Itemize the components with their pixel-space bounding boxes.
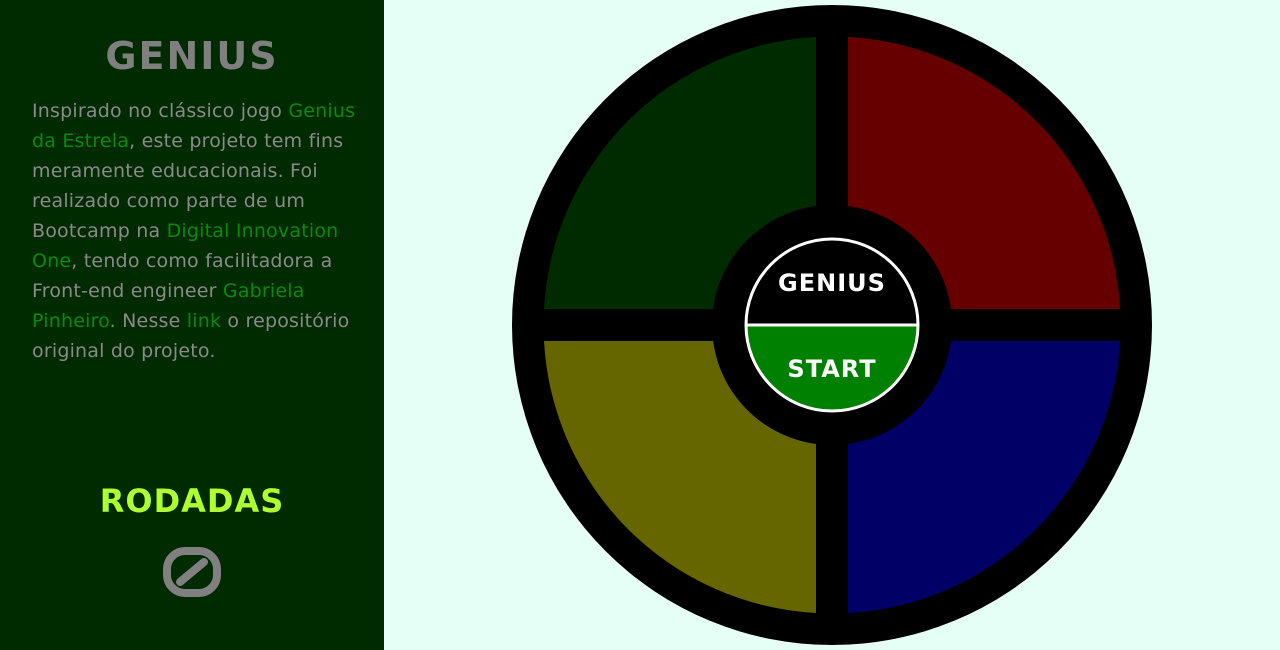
description-text-1: Inspirado no clássico jogo <box>32 100 289 122</box>
center-title: GENIUS <box>778 269 886 297</box>
description-text-4: . Nesse <box>109 310 187 332</box>
game-title: GENIUS <box>105 34 279 78</box>
zero-digit-slash <box>176 558 208 586</box>
rounds-count <box>162 546 222 598</box>
start-label[interactable]: START <box>787 355 876 383</box>
description: Inspirado no clássico jogo Genius da Est… <box>32 96 362 366</box>
sidebar: GENIUS Inspirado no clássico jogo Genius… <box>0 0 384 650</box>
rounds-count-display <box>163 547 221 597</box>
genius-board: GENIUS START <box>512 5 1152 645</box>
link-repository[interactable]: link <box>187 310 221 332</box>
rounds-title: RODADAS <box>99 482 285 520</box>
game-board: GENIUS START <box>512 5 1152 645</box>
